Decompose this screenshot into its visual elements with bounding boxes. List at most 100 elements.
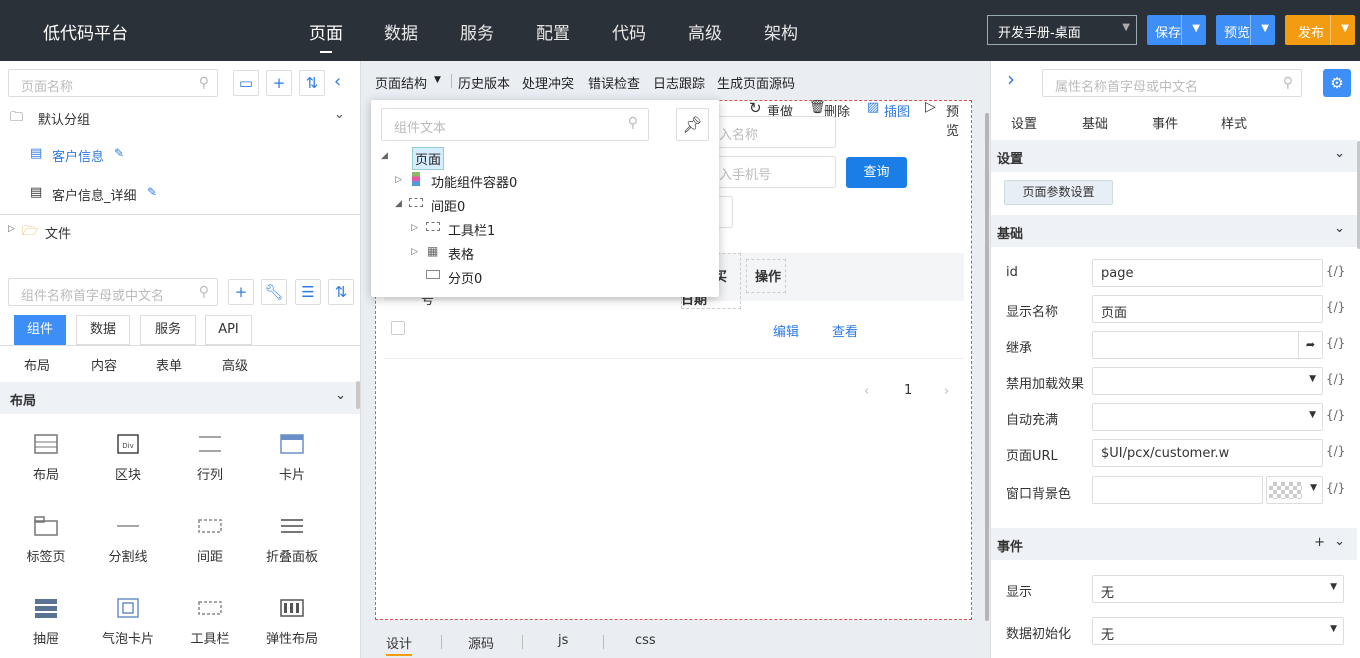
rtab-style[interactable]: 样式 (1221, 113, 1247, 132)
expand-triangle-icon[interactable]: ▷ (411, 247, 418, 257)
preview-canvas-button[interactable]: 预览 (946, 101, 971, 139)
gear-icon[interactable]: ⚙ (1323, 69, 1351, 97)
caret-down-icon[interactable]: ▼ (434, 75, 441, 85)
resolve-conflict-button[interactable]: 处理冲突 (522, 73, 574, 92)
expression-button[interactable]: {/} (1326, 481, 1345, 495)
tree-node-page[interactable]: 页面 (412, 147, 445, 170)
prev-page-icon[interactable]: ‹ (864, 384, 869, 399)
subtab-layout[interactable]: 布局 (24, 355, 50, 374)
nav-config[interactable]: 配置 (536, 19, 570, 44)
component-block[interactable]: Div 区块 (98, 434, 158, 483)
expression-button[interactable]: {/} (1326, 408, 1345, 422)
caret-down-icon[interactable]: ▼ (1192, 23, 1200, 34)
component-divider[interactable]: 分割线 (98, 516, 158, 565)
tree-node-table[interactable]: 表格 (448, 244, 474, 263)
play-icon[interactable]: ▷ (925, 99, 936, 115)
nav-architecture[interactable]: 架构 (764, 19, 798, 44)
expand-triangle-icon[interactable]: ▷ (8, 224, 15, 234)
page-item-customer-detail[interactable]: 客户信息_详细 (52, 185, 137, 204)
scrollbar[interactable] (985, 113, 989, 621)
sort-button[interactable]: ⇅ (328, 279, 354, 305)
page-number[interactable]: 1 (904, 383, 912, 398)
expand-triangle-icon[interactable]: ▷ (395, 175, 402, 185)
component-search-input[interactable]: 组件名称首字母或中文名 ⚲ (8, 278, 218, 306)
tab-data[interactable]: 数据 (76, 315, 130, 345)
error-check-button[interactable]: 错误检查 (588, 73, 640, 92)
collapse-triangle-icon[interactable]: ◢ (381, 151, 388, 161)
tab-source[interactable]: 源码 (468, 633, 494, 652)
save-button[interactable]: 保存 ▼ (1147, 15, 1206, 45)
component-flex-layout[interactable]: 弹性布局 (262, 598, 322, 647)
tab-service[interactable]: 服务 (140, 315, 196, 345)
layout-section-header[interactable]: 布局 ⌄ (0, 382, 360, 414)
rtab-settings[interactable]: 设置 (1011, 113, 1037, 132)
nav-code[interactable]: 代码 (612, 19, 646, 44)
collapse-left-icon[interactable]: ‹ (334, 71, 341, 92)
page-item-customer[interactable]: 客户信息 (52, 146, 104, 165)
data-init-event-select[interactable]: 无 ▼ (1092, 617, 1344, 645)
nav-advanced[interactable]: 高级 (688, 19, 722, 44)
expression-button[interactable]: {/} (1326, 336, 1345, 350)
view-link[interactable]: 查看 (832, 321, 858, 340)
auto-fill-select[interactable]: ▼ (1092, 403, 1323, 431)
property-search-input[interactable]: 属性名称首字母或中文名 ⚲ (1042, 69, 1302, 97)
pin-icon[interactable]: 📌︎ (676, 108, 709, 141)
indent-icon[interactable]: ☰ (295, 279, 321, 305)
edit-link[interactable]: 编辑 (773, 321, 799, 340)
tree-node-pagination[interactable]: 分页0 (448, 268, 482, 287)
log-trace-button[interactable]: 日志跟踪 (653, 73, 705, 92)
component-popover-card[interactable]: 气泡卡片 (98, 598, 158, 647)
row-checkbox[interactable] (391, 321, 405, 335)
tab-css[interactable]: css (635, 633, 656, 648)
caret-down-icon[interactable]: ▼ (1341, 23, 1349, 34)
component-drawer[interactable]: 抽屉 (16, 598, 76, 647)
preview-button[interactable]: 预览 ▼ (1216, 15, 1275, 45)
rtab-basic[interactable]: 基础 (1082, 113, 1108, 132)
component-toolbar[interactable]: 工具栏 (180, 598, 240, 647)
window-bg-field[interactable] (1092, 476, 1263, 504)
tab-js[interactable]: js (558, 633, 568, 648)
image-icon[interactable]: ▨ (867, 100, 879, 115)
expression-button[interactable]: {/} (1326, 444, 1345, 458)
chevron-down-icon[interactable]: ⌄ (334, 107, 345, 122)
query-button[interactable]: 查询 (846, 157, 907, 188)
component-card[interactable]: 卡片 (262, 434, 322, 483)
display-name-field[interactable]: 页面 (1092, 295, 1323, 323)
page-search-input[interactable]: 页面名称 ⚲ (8, 69, 218, 97)
publish-button[interactable]: 发布 ▼ (1285, 15, 1355, 45)
generate-source-button[interactable]: 生成页面源码 (717, 73, 795, 92)
collapse-triangle-icon[interactable]: ◢ (395, 199, 402, 209)
color-picker[interactable]: ▼ (1266, 476, 1323, 504)
expression-button[interactable]: {/} (1326, 372, 1345, 386)
page-structure-button[interactable]: 页面结构 (375, 73, 427, 92)
rtab-events[interactable]: 事件 (1152, 113, 1178, 132)
subtab-content[interactable]: 内容 (91, 355, 117, 374)
expression-button[interactable]: {/} (1326, 300, 1345, 314)
nav-data[interactable]: 数据 (384, 19, 418, 44)
expand-right-icon[interactable]: › (1007, 67, 1015, 91)
component-row-col[interactable]: 行列 (180, 434, 240, 483)
basic-section-header[interactable]: 基础 ⌄ (991, 215, 1357, 247)
tree-node-toolbar[interactable]: 工具栏1 (448, 220, 495, 239)
group-label[interactable]: 默认分组 (38, 109, 90, 128)
tab-components[interactable]: 组件 (14, 315, 66, 345)
component-spacing[interactable]: 间距 (180, 516, 240, 565)
component-collapse[interactable]: 折叠面板 (262, 516, 322, 565)
file-folder-label[interactable]: 文件 (45, 223, 71, 242)
wrench-icon[interactable]: 🔧︎ (261, 279, 287, 305)
inherit-field[interactable]: ➦ (1092, 331, 1323, 359)
nav-service[interactable]: 服务 (460, 19, 494, 44)
edit-icon[interactable]: ✎ (147, 185, 157, 199)
add-folder-button[interactable]: ▭ (233, 70, 259, 96)
show-event-select[interactable]: 无 ▼ (1092, 575, 1344, 603)
subtab-form[interactable]: 表单 (156, 355, 182, 374)
expand-triangle-icon[interactable]: ▷ (411, 223, 418, 233)
add-page-button[interactable]: + (266, 70, 292, 96)
add-component-button[interactable]: + (228, 279, 254, 305)
capture-button[interactable]: 插图 (884, 101, 910, 120)
sort-button[interactable]: ⇅ (299, 70, 325, 96)
page-url-field[interactable]: $UI/pcx/customer.w (1092, 439, 1323, 467)
id-field[interactable]: page (1092, 259, 1323, 287)
events-section-header[interactable]: 事件 + ⌄ (991, 528, 1357, 560)
redo-icon[interactable]: ↻ (749, 99, 762, 117)
